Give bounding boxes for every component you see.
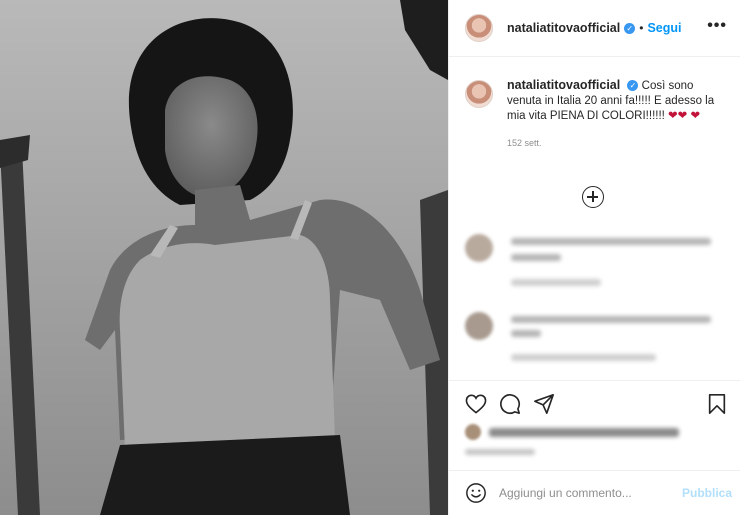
comments-section: nataliatitovaofficial ✓ Così sono venuta…: [449, 58, 740, 380]
post-photo[interactable]: [0, 0, 448, 515]
more-dots-icon[interactable]: •••: [707, 18, 727, 34]
blurred-meta: [511, 354, 656, 361]
blurred-date-text: [465, 449, 535, 455]
photo-illustration: [0, 0, 448, 515]
follow-button[interactable]: Segui: [647, 21, 681, 35]
caption-verified-badge-icon: ✓: [627, 80, 639, 92]
blurred-text: [511, 254, 561, 261]
blurred-text: [511, 330, 541, 337]
load-more-comments-icon[interactable]: [582, 186, 604, 208]
separator-dot: •: [639, 21, 644, 35]
post-caption: nataliatitovaofficial ✓ Così sono venuta…: [465, 78, 727, 151]
author-username[interactable]: nataliatitovaofficial: [507, 21, 620, 35]
blurred-text: [511, 316, 711, 323]
blurred-meta: [511, 279, 601, 286]
author-avatar[interactable]: [465, 14, 493, 42]
like-heart-icon[interactable]: [465, 394, 487, 414]
caption-username[interactable]: nataliatitovaofficial: [507, 78, 620, 92]
post-actions: [449, 380, 740, 470]
caption-timestamp[interactable]: 152 sett.: [507, 136, 727, 151]
publish-button[interactable]: Pubblica: [682, 486, 732, 500]
emoji-smiley-icon[interactable]: [465, 482, 487, 504]
verified-badge-icon: ✓: [624, 22, 636, 34]
post-header: nataliatitovaofficial ✓ • Segui •••: [449, 0, 740, 57]
caption-body: nataliatitovaofficial ✓ Così sono venuta…: [507, 78, 727, 151]
add-comment-bar: Pubblica: [449, 470, 740, 515]
caption-hearts: ❤❤ ❤: [668, 110, 701, 122]
post-side-panel: nataliatitovaofficial ✓ • Segui ••• nata…: [448, 0, 740, 515]
liker-avatar: [465, 424, 481, 440]
comment-bubble-icon[interactable]: [499, 393, 521, 415]
comment-input[interactable]: [499, 486, 674, 500]
blurred-text: [511, 238, 711, 245]
blurred-likes-text: [489, 428, 679, 437]
save-bookmark-icon[interactable]: [707, 393, 727, 415]
commenter-avatar: [465, 234, 493, 262]
caption-author-avatar[interactable]: [465, 80, 493, 108]
share-paper-plane-icon[interactable]: [533, 393, 555, 415]
commenter-avatar: [465, 312, 493, 340]
